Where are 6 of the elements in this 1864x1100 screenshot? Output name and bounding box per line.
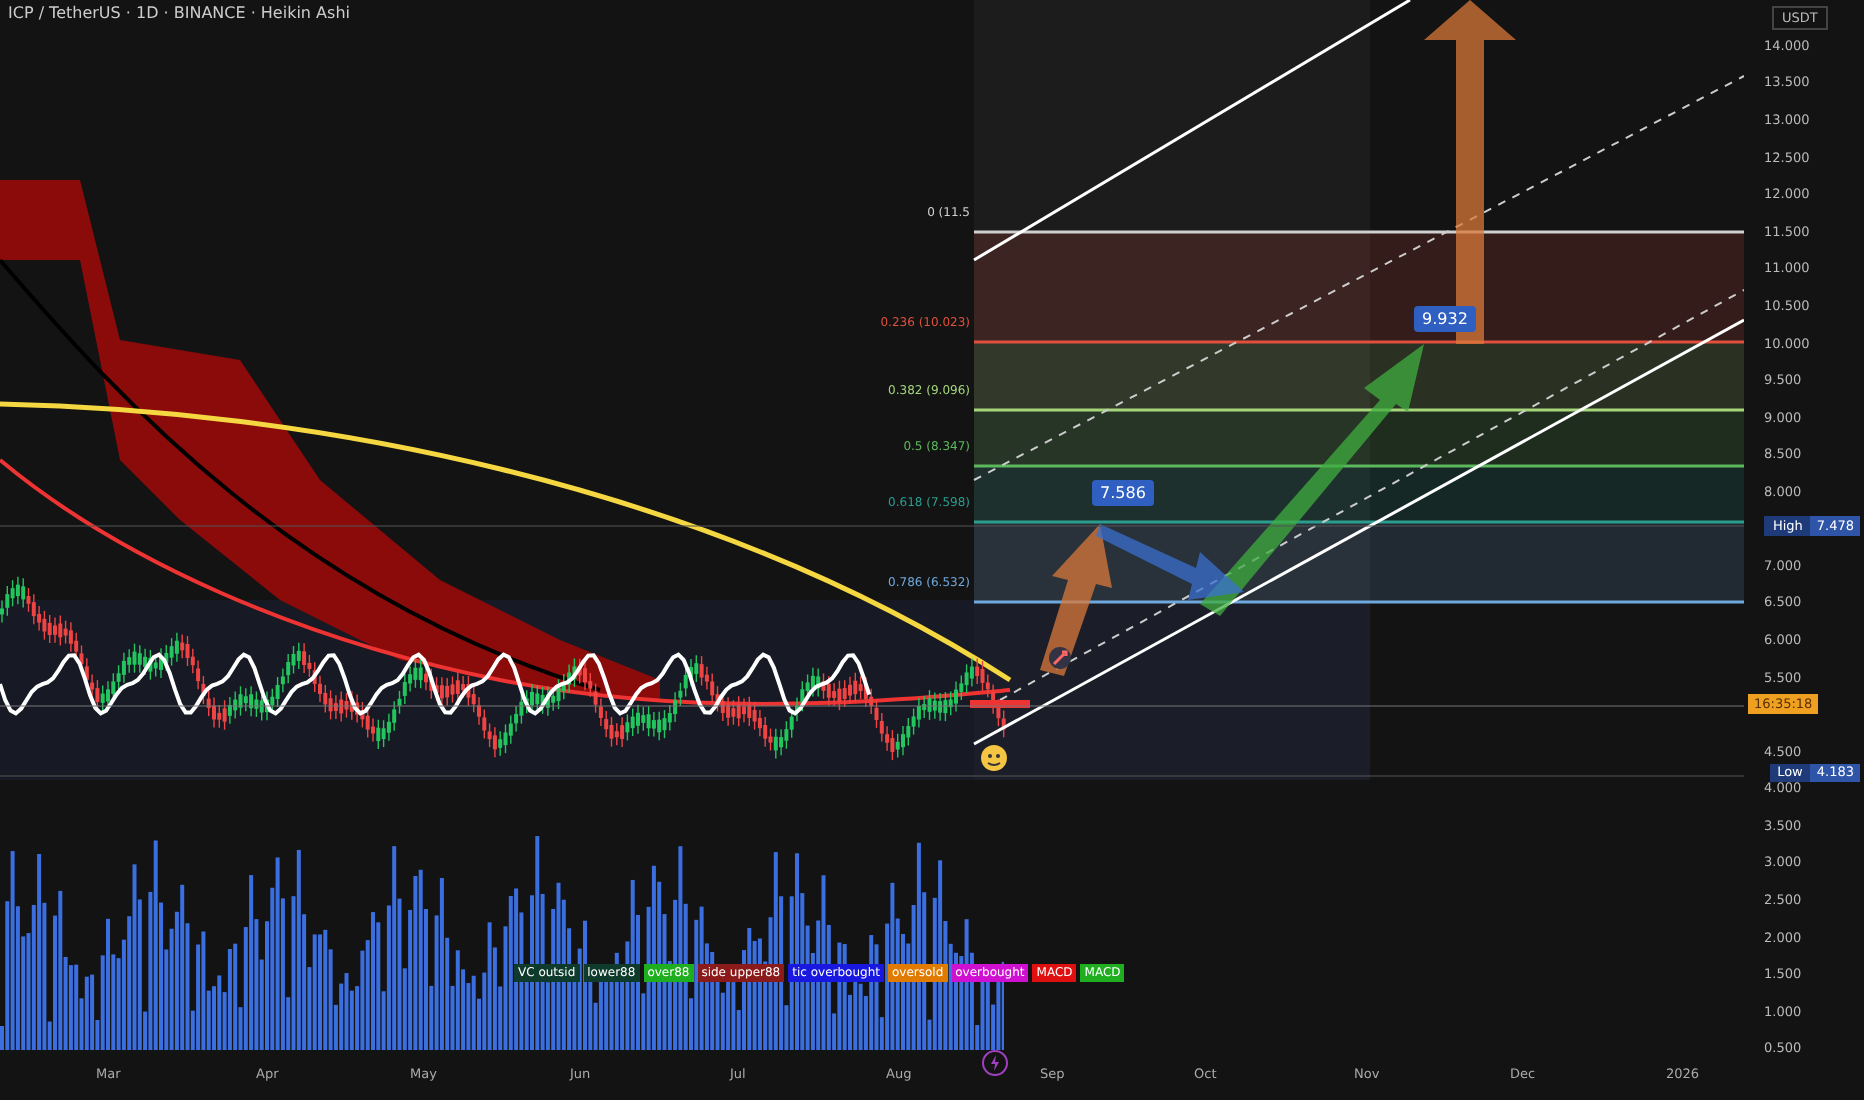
chart-title: ICP / TetherUS · 1D · BINANCE · Heikin Ashi xyxy=(8,4,350,22)
lightning-icon[interactable] xyxy=(982,1050,1008,1076)
price-target-label: 7.586 xyxy=(1092,480,1154,506)
price-target-label: 9.932 xyxy=(1414,306,1476,332)
emoji-face-icon xyxy=(980,744,1008,772)
rocket-icon xyxy=(1048,646,1072,670)
